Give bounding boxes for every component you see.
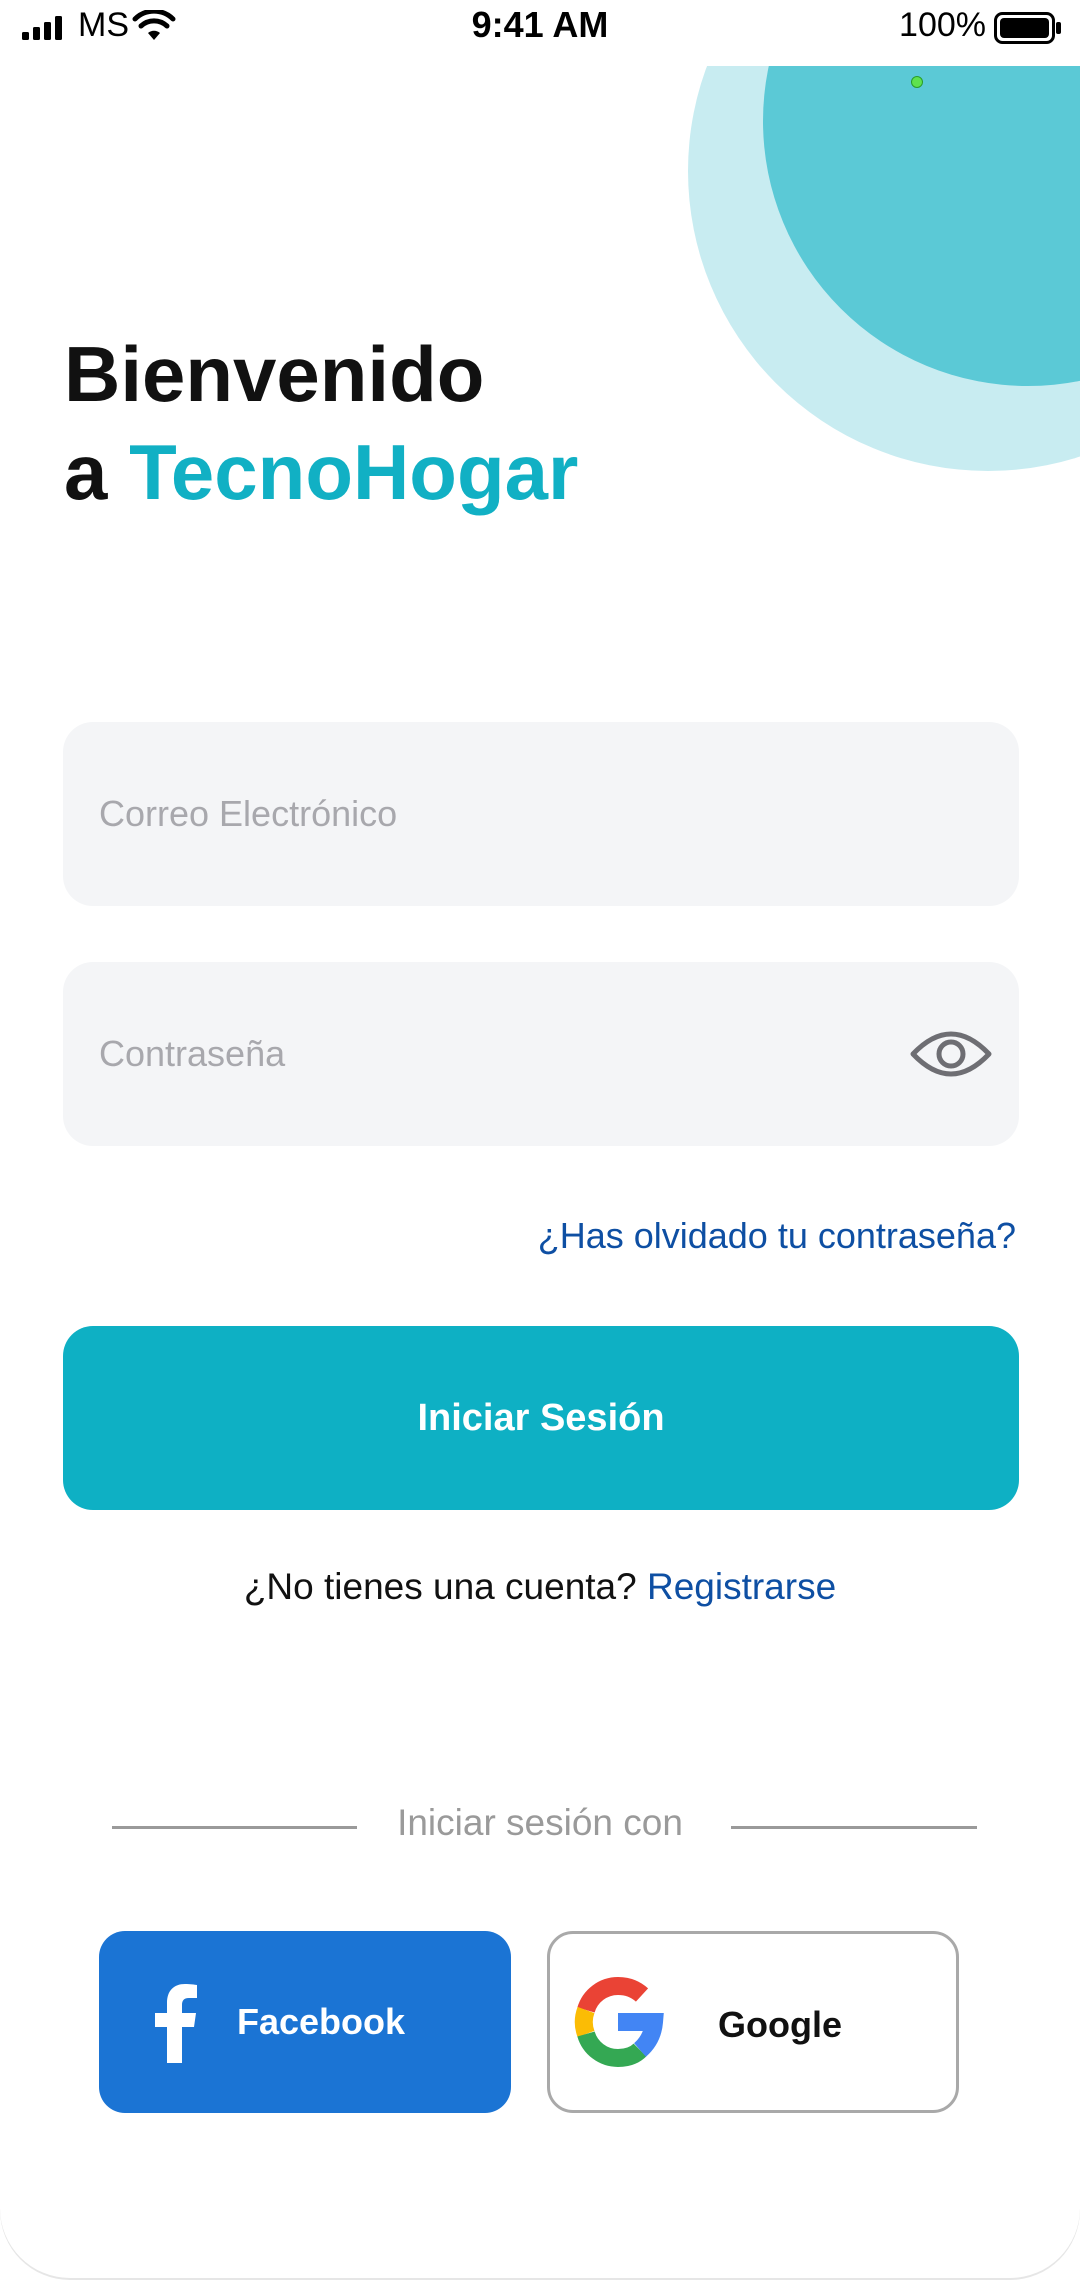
social-divider: Iniciar sesión con <box>0 1802 1080 1852</box>
password-field[interactable] <box>99 962 919 1146</box>
register-prompt: ¿No tienes una cuenta? <box>243 1566 637 1607</box>
welcome-prefix: a <box>64 428 130 516</box>
login-screen: MS 9:41 AM 100% Bienvenido a TecnoHogar … <box>0 0 1080 2280</box>
google-label: Google <box>718 2004 842 2045</box>
welcome-line1: Bienvenido <box>64 330 485 418</box>
battery-icon <box>994 12 1061 44</box>
facebook-label: Facebook <box>237 2001 406 2042</box>
decorative-dot <box>911 76 923 88</box>
email-field[interactable] <box>99 722 919 906</box>
register-prompt-row: ¿No tienes una cuenta? Registrarse <box>0 1566 1080 1608</box>
battery-percent: 100% <box>899 6 986 44</box>
brand-name: TecnoHogar <box>129 428 579 516</box>
eye-icon[interactable] <box>909 1020 993 1088</box>
facebook-login-button[interactable]: Facebook <box>99 1931 511 2113</box>
facebook-icon <box>155 1984 197 2063</box>
google-login-button[interactable]: Google <box>547 1931 959 2113</box>
login-button[interactable]: Iniciar Sesión <box>63 1326 1019 1510</box>
welcome-title: Bienvenido a TecnoHogar <box>64 325 578 521</box>
divider-line-right <box>731 1826 977 1829</box>
register-link[interactable]: Registrarse <box>647 1566 836 1607</box>
status-bar: MS 9:41 AM 100% <box>0 0 1080 66</box>
forgot-password-link[interactable]: ¿Has olvidado tu contraseña? <box>538 1215 1016 1257</box>
password-field-container <box>63 962 1019 1146</box>
social-divider-label: Iniciar sesión con <box>397 1802 683 1843</box>
google-icon <box>574 1977 664 2068</box>
email-field-container <box>63 722 1019 906</box>
